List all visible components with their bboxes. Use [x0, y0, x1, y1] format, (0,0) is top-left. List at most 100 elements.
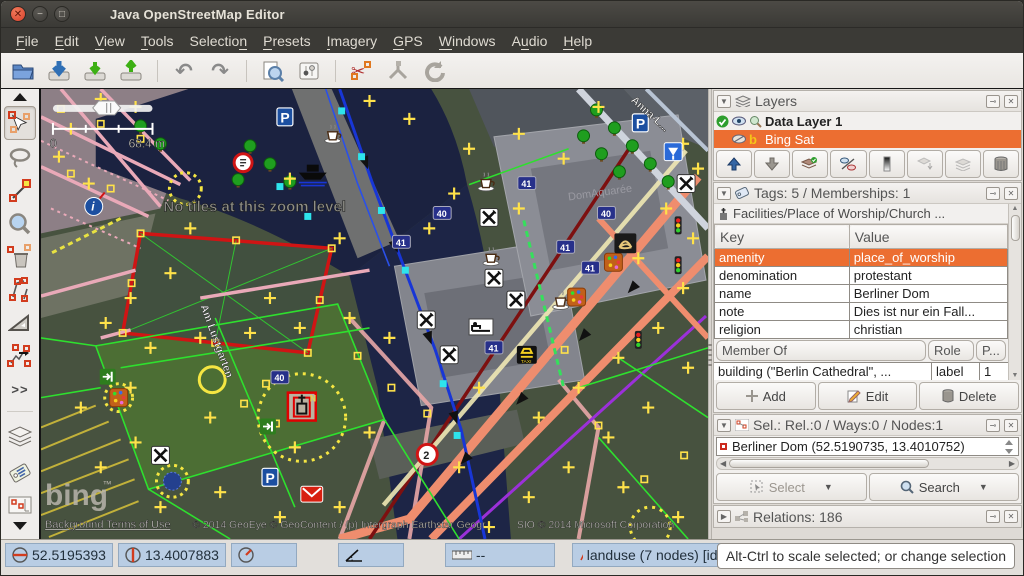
- menu-view[interactable]: View: [88, 31, 132, 51]
- map-canvas[interactable]: P: [41, 89, 708, 539]
- layer-hidden-eye-icon[interactable]: [732, 134, 746, 144]
- layer-opacity-button[interactable]: [869, 150, 905, 178]
- status-hint: Alt-Ctrl to scale selected; or change se…: [717, 543, 1015, 569]
- tool-unglue[interactable]: [4, 275, 36, 305]
- menu-gps[interactable]: GPS: [386, 31, 430, 51]
- collapse-tags-icon[interactable]: ▼: [717, 187, 731, 200]
- close-tags-icon[interactable]: ✕: [1004, 187, 1018, 200]
- pencil-icon: [847, 389, 861, 403]
- membership-row[interactable]: building ("Berlin Cathedral", ... label …: [714, 362, 1008, 380]
- tool-shear[interactable]: [4, 308, 36, 338]
- window-title: Java OpenStreetMap Editor: [110, 7, 285, 22]
- expand-relations-icon[interactable]: ▶: [717, 510, 731, 523]
- terms-of-use-link[interactable]: Background Terms of Use: [45, 519, 171, 531]
- close-selection-icon[interactable]: ✕: [1004, 419, 1018, 432]
- layer-visibility-button[interactable]: [830, 150, 866, 178]
- tags-scrollbar[interactable]: ▲▼: [1008, 204, 1021, 380]
- speed-sign: 2: [417, 444, 437, 464]
- toggle-tags-panel[interactable]: [4, 456, 36, 490]
- spinner-icon[interactable]: [1003, 439, 1015, 455]
- upload-icon[interactable]: [115, 57, 147, 85]
- add-tag-button[interactable]: Add: [716, 382, 816, 410]
- tag-row[interactable]: amenityplace_of_worship: [715, 249, 1008, 267]
- tool-lasso[interactable]: [4, 143, 36, 173]
- role-header[interactable]: Role: [928, 340, 974, 361]
- search-icon[interactable]: [257, 57, 289, 85]
- edit-tag-button[interactable]: Edit: [818, 382, 918, 410]
- pin-relations-icon[interactable]: ⊸: [986, 510, 1000, 523]
- close-layers-icon[interactable]: ✕: [1004, 95, 1018, 108]
- layer-row-data[interactable]: Data Layer 1: [714, 112, 1021, 130]
- menu-audio[interactable]: Audio: [505, 31, 555, 51]
- toggle-selection-panel[interactable]: [4, 493, 36, 517]
- tag-row[interactable]: nameBerliner Dom: [715, 285, 1008, 303]
- copyright-text: © 2014 GeoEye © GeoContent / (p) Intergr…: [192, 520, 486, 531]
- combine-way-icon[interactable]: [382, 57, 414, 85]
- layer-row-bing[interactable]: b Bing Sat: [714, 130, 1021, 148]
- selection-hscrollbar[interactable]: ◀▶: [716, 457, 1019, 470]
- position-header[interactable]: P...: [976, 340, 1006, 361]
- menu-selection[interactable]: Selection: [183, 31, 255, 51]
- pin-layers-icon[interactable]: ⊸: [986, 95, 1000, 108]
- preset-row[interactable]: Facilities/Place of Worship/Church ...: [714, 204, 1008, 224]
- refresh-icon[interactable]: [418, 57, 450, 85]
- latitude-icon: [12, 547, 28, 563]
- layer-visible-eye-icon[interactable]: [732, 116, 746, 126]
- close-relations-icon[interactable]: ✕: [1004, 510, 1018, 523]
- menu-help[interactable]: Help: [556, 31, 599, 51]
- tag-row[interactable]: religionchristian: [715, 321, 1008, 339]
- redo-icon[interactable]: ↷: [204, 57, 236, 85]
- layer-activate-button[interactable]: [792, 150, 828, 178]
- tag-row[interactable]: denominationprotestant: [715, 267, 1008, 285]
- download-osm-icon[interactable]: [43, 57, 75, 85]
- delete-tag-button[interactable]: Delete: [919, 382, 1019, 410]
- tool-delete[interactable]: [4, 242, 36, 272]
- scale-min-label: 0: [50, 137, 57, 151]
- pin-tags-icon[interactable]: ⊸: [986, 187, 1000, 200]
- panel-splitter[interactable]: [708, 89, 711, 539]
- layer-active-check-icon: [716, 115, 729, 128]
- undo-icon[interactable]: ↶: [168, 57, 200, 85]
- maximize-window-icon[interactable]: □: [54, 6, 70, 22]
- menu-windows[interactable]: Windows: [432, 31, 503, 51]
- collapse-up-icon[interactable]: [2, 91, 38, 103]
- menu-tools[interactable]: Tools: [134, 31, 181, 51]
- church-node-icon[interactable]: N: [288, 393, 316, 421]
- layer-delete-button[interactable]: [983, 150, 1019, 178]
- pin-selection-icon[interactable]: ⊸: [986, 419, 1000, 432]
- layer-move-down-button[interactable]: [754, 150, 790, 178]
- open-file-icon[interactable]: [7, 57, 39, 85]
- toggle-layers-panel[interactable]: [4, 419, 36, 453]
- layer-name: Data Layer 1: [765, 114, 842, 129]
- tool-zoom[interactable]: [4, 209, 36, 239]
- tool-overflow[interactable]: >>: [4, 374, 36, 404]
- search-button[interactable]: Search▼: [869, 473, 1020, 501]
- selection-title: Sel.: Rel.:0 / Ways:0 / Nodes:1: [753, 417, 982, 433]
- tool-select[interactable]: [4, 106, 36, 140]
- selection-list-item[interactable]: Berliner Dom (52.5190735, 13.4010752): [716, 437, 1019, 456]
- collapse-layers-icon[interactable]: ▼: [717, 95, 731, 108]
- menu-edit[interactable]: Edit: [48, 31, 86, 51]
- menu-presets[interactable]: Presets: [256, 31, 317, 51]
- collapse-selection-icon[interactable]: ▼: [717, 419, 731, 432]
- split-way-icon[interactable]: ✂: [346, 57, 378, 85]
- value-header[interactable]: Value: [849, 225, 1007, 249]
- download-data-icon[interactable]: [79, 57, 111, 85]
- church-preset-icon: [718, 207, 729, 221]
- layer-duplicate-button[interactable]: [945, 150, 981, 178]
- minimize-window-icon[interactable]: −: [32, 6, 48, 22]
- close-window-icon[interactable]: ✕: [10, 6, 26, 22]
- preferences-icon[interactable]: [293, 57, 325, 85]
- tag-row[interactable]: noteDies ist nur ein Fall...: [715, 303, 1008, 321]
- menu-imagery[interactable]: Imagery: [320, 31, 385, 51]
- collapse-down-icon[interactable]: [2, 520, 38, 532]
- tool-draw-node[interactable]: [4, 176, 36, 206]
- layer-merge-down-button[interactable]: [907, 150, 943, 178]
- select-button[interactable]: Select▼: [716, 473, 867, 501]
- map-render: P: [41, 89, 708, 539]
- key-header[interactable]: Key: [715, 225, 850, 249]
- menu-file[interactable]: File: [9, 31, 46, 51]
- member-of-header[interactable]: Member Of: [716, 340, 926, 361]
- tool-merge-nodes[interactable]: [4, 341, 36, 371]
- layer-move-up-button[interactable]: [716, 150, 752, 178]
